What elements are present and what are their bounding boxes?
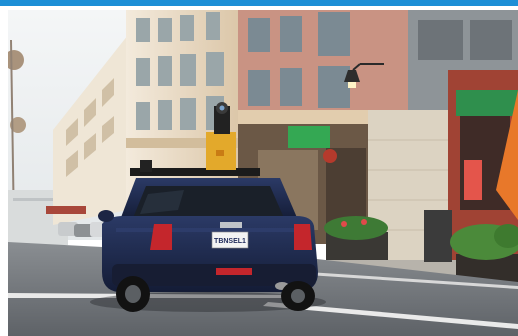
background-cars	[58, 222, 108, 237]
street-photo: TBNSEL1	[8, 10, 518, 336]
planter-center	[324, 216, 388, 260]
license-plate-text: TBNSEL1	[214, 238, 246, 245]
trash-bin	[424, 210, 452, 262]
tail-light-right	[294, 224, 312, 250]
round-sign	[323, 149, 337, 163]
green-sign	[288, 126, 330, 148]
planter-right	[450, 224, 518, 284]
green-awning	[456, 90, 518, 116]
frame-accent-bar	[0, 0, 518, 6]
photo-frame: TBNSEL1	[0, 0, 518, 336]
